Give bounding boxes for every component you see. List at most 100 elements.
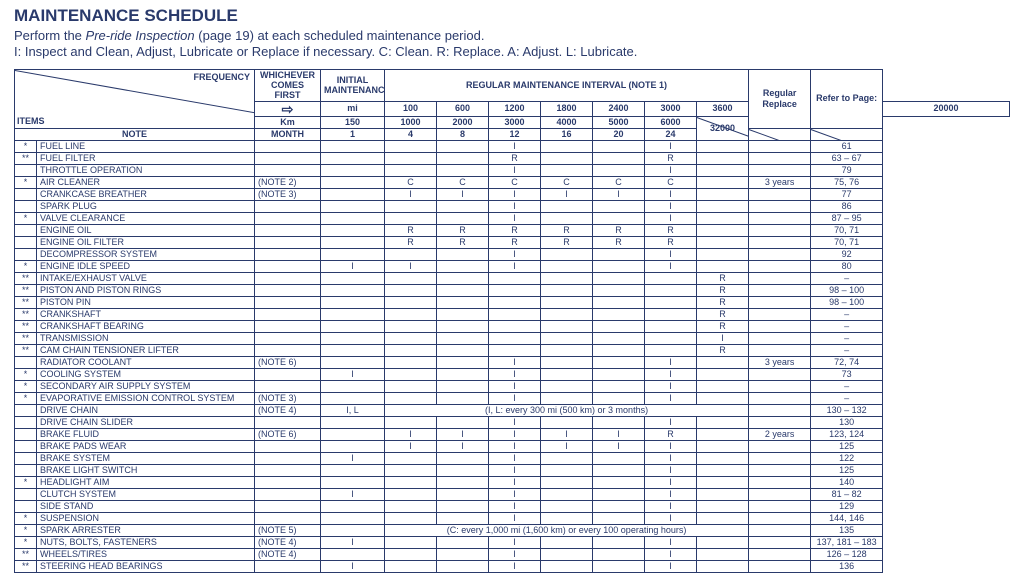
row-interval-cell <box>385 212 437 224</box>
row-marker: * <box>15 524 37 536</box>
row-regular-replace <box>749 164 811 176</box>
table-row: **CRANKSHAFT BEARINGR– <box>15 320 1010 332</box>
row-interval-cell <box>593 248 645 260</box>
row-interval-cell <box>385 476 437 488</box>
row-note <box>255 488 321 500</box>
row-page-ref: 79 <box>811 164 883 176</box>
row-regular-replace <box>749 236 811 248</box>
row-regular-replace <box>749 140 811 152</box>
row-interval-cell <box>645 320 697 332</box>
row-interval-cell <box>437 368 489 380</box>
row-interval-cell <box>541 152 593 164</box>
row-interval-cell <box>541 512 593 524</box>
row-marker: ** <box>15 284 37 296</box>
row-interval-cell <box>697 416 749 428</box>
header-regular-interval: REGULAR MAINTENANCE INTERVAL (NOTE 1) <box>385 69 749 101</box>
row-interval-cell <box>541 332 593 344</box>
row-interval-cell <box>593 284 645 296</box>
row-item-name: BRAKE PADS WEAR <box>37 440 255 452</box>
row-interval-cell <box>385 452 437 464</box>
row-interval-cell <box>489 272 541 284</box>
page: MAINTENANCE SCHEDULE Perform the Pre-rid… <box>0 0 1024 587</box>
row-item-name: DRIVE CHAIN <box>37 404 255 416</box>
row-page-ref: 130 – 132 <box>811 404 883 416</box>
header-page-diag <box>811 128 883 140</box>
row-note <box>255 560 321 572</box>
row-initial <box>321 224 385 236</box>
row-interval-cell <box>437 332 489 344</box>
row-item-name: SUSPENSION <box>37 512 255 524</box>
table-row: RADIATOR COOLANT(NOTE 6)II3 years72, 74 <box>15 356 1010 368</box>
row-interval-cell <box>697 152 749 164</box>
row-interval-cell: I <box>645 476 697 488</box>
row-interval-cell <box>593 152 645 164</box>
row-initial: I <box>321 260 385 272</box>
header-int-month-4: 20 <box>593 128 645 140</box>
row-item-name: SPARK ARRESTER <box>37 524 255 536</box>
row-interval-cell: I <box>645 440 697 452</box>
row-note <box>255 164 321 176</box>
header-int-mi-2: 1800 <box>541 101 593 116</box>
row-interval-cell: I <box>489 260 541 272</box>
row-marker <box>15 404 37 416</box>
row-interval-cell <box>385 296 437 308</box>
table-row: *HEADLIGHT AIMII140 <box>15 476 1010 488</box>
row-interval-cell <box>541 200 593 212</box>
row-interval-cell <box>541 536 593 548</box>
row-note: (NOTE 2) <box>255 176 321 188</box>
header-int-month-5: 24 <box>645 128 697 140</box>
header-int-km-3: 4000 <box>541 116 593 128</box>
row-marker: * <box>15 392 37 404</box>
header-int-km-5: 6000 <box>645 116 697 128</box>
row-marker: * <box>15 512 37 524</box>
table-row: **PISTON PINR98 – 100 <box>15 296 1010 308</box>
row-regular-replace: 2 years <box>749 428 811 440</box>
row-page-ref: 125 <box>811 440 883 452</box>
row-interval-cell: R <box>385 224 437 236</box>
row-interval-cell <box>645 308 697 320</box>
row-marker: ** <box>15 332 37 344</box>
row-interval-cell <box>541 308 593 320</box>
row-page-ref: 122 <box>811 452 883 464</box>
row-interval-cell: I <box>645 536 697 548</box>
row-interval-cell <box>541 452 593 464</box>
row-marker: * <box>15 212 37 224</box>
table-row: *SPARK ARRESTER(NOTE 5)(C: every 1,000 m… <box>15 524 1010 536</box>
row-interval-cell: R <box>697 296 749 308</box>
row-interval-cell: I <box>489 548 541 560</box>
row-interval-cell <box>489 308 541 320</box>
row-item-name: COOLING SYSTEM <box>37 368 255 380</box>
table-row: **PISTON AND PISTON RINGSR98 – 100 <box>15 284 1010 296</box>
row-interval-cell <box>697 200 749 212</box>
row-regular-replace <box>749 152 811 164</box>
row-interval-cell <box>697 548 749 560</box>
row-note: (NOTE 4) <box>255 548 321 560</box>
header-int-mi-5: 3600 <box>697 101 749 116</box>
row-interval-cell <box>645 344 697 356</box>
row-regular-replace <box>749 272 811 284</box>
row-note: (NOTE 3) <box>255 188 321 200</box>
row-interval-cell <box>541 548 593 560</box>
row-interval-cell <box>385 380 437 392</box>
row-interval-span: (I, L: every 300 mi (500 km) or 3 months… <box>385 404 749 416</box>
row-initial <box>321 500 385 512</box>
maintenance-table: FREQUENCY ITEMS WHICHEVER COMES FIRST IN… <box>14 69 1010 573</box>
row-marker: ** <box>15 152 37 164</box>
row-regular-replace <box>749 260 811 272</box>
row-page-ref: 137, 181 – 183 <box>811 536 883 548</box>
row-initial <box>321 380 385 392</box>
row-initial: I, L <box>321 404 385 416</box>
table-row: CLUTCH SYSTEMIII81 – 82 <box>15 488 1010 500</box>
row-interval-cell <box>697 560 749 572</box>
row-marker: ** <box>15 308 37 320</box>
row-interval-cell: I <box>489 356 541 368</box>
row-interval-cell <box>489 344 541 356</box>
row-initial <box>321 476 385 488</box>
row-interval-cell <box>385 284 437 296</box>
row-note <box>255 296 321 308</box>
row-initial <box>321 392 385 404</box>
table-row: BRAKE PADS WEARIIIIII125 <box>15 440 1010 452</box>
row-initial: I <box>321 452 385 464</box>
row-interval-cell <box>541 164 593 176</box>
table-row: DRIVE CHAIN SLIDERII130 <box>15 416 1010 428</box>
